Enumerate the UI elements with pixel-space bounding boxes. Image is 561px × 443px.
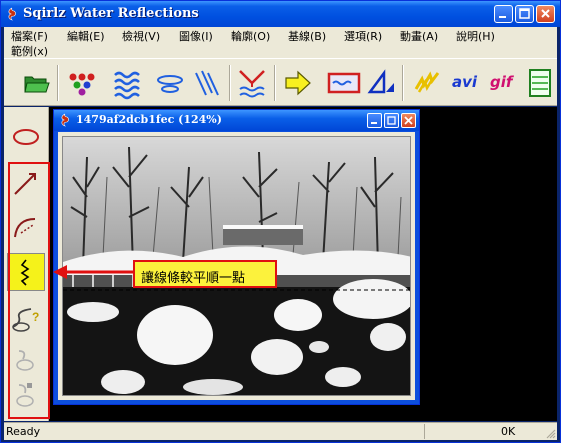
menu-examples[interactable]: 範例(x) — [11, 43, 48, 59]
diagonal-lines-icon — [195, 70, 219, 96]
ripple-button[interactable] — [152, 65, 188, 101]
tool-highlight-frame — [8, 162, 50, 419]
open-folder-icon — [24, 76, 50, 93]
arrow-right-icon — [285, 70, 311, 96]
gif-button[interactable]: gif — [490, 73, 512, 91]
squirrel-app-icon — [61, 113, 69, 127]
status-text: Ready — [6, 425, 41, 438]
panel-button[interactable] — [526, 65, 556, 101]
status-bar: Ready 0K — [4, 422, 557, 440]
menu-edit[interactable]: 編輯(E) — [67, 28, 105, 44]
image-minimize-button[interactable] — [367, 113, 382, 128]
panel-icon — [529, 69, 551, 97]
lightning-button[interactable] — [410, 65, 446, 101]
image-window-title-bar[interactable]: 1479af2dcb1fec (124%) — [54, 110, 419, 131]
arrow-right-button[interactable] — [280, 65, 316, 101]
window-title: Sqirlz Water Reflections — [23, 6, 199, 21]
waves-icon — [114, 71, 140, 100]
avi-button[interactable]: avi — [452, 73, 477, 91]
squirrel-app-icon — [6, 7, 18, 21]
menu-file[interactable]: 檔案(F) — [11, 28, 48, 44]
open-folder-button[interactable] — [18, 65, 54, 101]
status-ok: 0K — [501, 425, 516, 438]
menu-options[interactable]: 選項(R) — [344, 28, 382, 44]
toolbar-separator — [57, 65, 59, 101]
perspective-button[interactable] — [364, 65, 400, 101]
waves-button[interactable] — [110, 65, 146, 101]
water-frame-button[interactable] — [326, 65, 362, 101]
callout-arrow — [53, 265, 133, 279]
image-window: 1479af2dcb1fec (124%) — [53, 109, 420, 405]
toolbar-separator — [274, 65, 276, 101]
image-close-button[interactable] — [401, 113, 416, 128]
lightning-icon — [414, 71, 440, 93]
reflection-icon — [239, 70, 265, 98]
maximize-button[interactable] — [515, 5, 534, 23]
water-frame-icon — [327, 72, 361, 94]
color-dots-button[interactable] — [64, 65, 100, 101]
minimize-button[interactable] — [494, 5, 513, 23]
toolbar: avi gif — [4, 58, 557, 106]
ellipse-icon — [13, 129, 39, 145]
status-divider — [424, 424, 425, 439]
perspective-icon — [367, 69, 394, 94]
menu-image[interactable]: 圖像(I) — [179, 28, 213, 44]
image-restore-button[interactable] — [384, 113, 399, 128]
ellipse-tool-button[interactable] — [7, 119, 45, 157]
menu-bar: 檔案(F) 編輯(E) 檢視(V) 圖像(I) 輪廓(O) 基線(B) 選項(R… — [4, 27, 557, 58]
color-dots-icon — [69, 73, 95, 96]
title-bar[interactable]: Sqirlz Water Reflections — [1, 1, 560, 27]
toolbar-separator — [229, 65, 231, 101]
image-window-title: 1479af2dcb1fec (124%) — [76, 113, 222, 126]
menu-outline[interactable]: 輪廓(O) — [231, 28, 270, 44]
menu-help[interactable]: 說明(H) — [456, 28, 495, 44]
close-button[interactable] — [536, 5, 555, 23]
ripple-icon — [157, 75, 183, 93]
annotation-callout: 讓線條較平順一點 — [133, 260, 277, 288]
callout-text: 讓線條較平順一點 — [141, 271, 246, 286]
reflection-button[interactable] — [234, 65, 270, 101]
diagonal-lines-button[interactable] — [190, 65, 226, 101]
resize-grip-icon[interactable] — [544, 427, 556, 439]
menu-baseline[interactable]: 基線(B) — [288, 28, 326, 44]
toolbar-separator — [402, 65, 404, 101]
menu-animation[interactable]: 動畫(A) — [400, 28, 438, 44]
app-window: Sqirlz Water Reflections 檔案(F) 編輯(E) 檢視(… — [0, 0, 561, 443]
menu-view[interactable]: 檢視(V) — [122, 28, 160, 44]
